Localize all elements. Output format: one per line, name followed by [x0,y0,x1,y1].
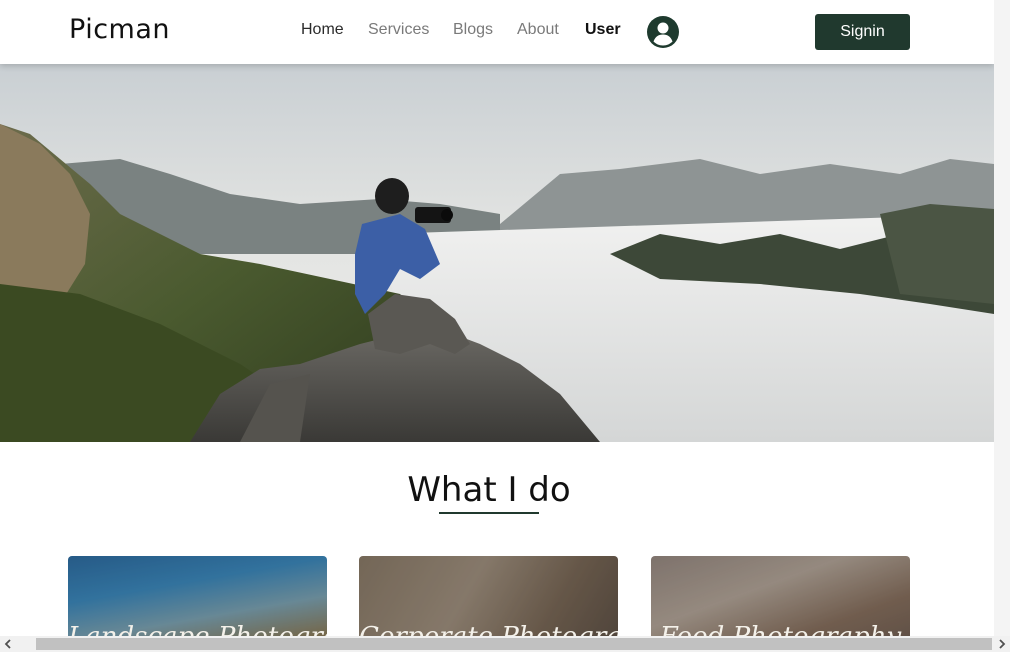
scrollbar-thumb[interactable] [36,638,992,650]
card-title: Corporate Photography [359,622,618,636]
nav-link-user[interactable]: User [585,21,621,39]
card-title: Landscape Photography [68,622,327,636]
card-corporate-photography[interactable]: Corporate Photography [359,556,618,636]
scroll-right-arrow-icon[interactable] [994,636,1010,652]
card-food-photography[interactable]: Food Photography [651,556,910,636]
page: Picman Home Services Blogs About User Si… [0,0,994,636]
nav-link-home[interactable]: Home [301,21,344,39]
vertical-scroll-gutter [994,0,1010,636]
scroll-left-arrow-icon[interactable] [0,636,16,652]
hero-image [0,64,994,442]
section-title: What I do [407,470,571,510]
title-underline [439,512,539,514]
nav-link-blogs[interactable]: Blogs [453,21,493,39]
navbar: Picman Home Services Blogs About User Si… [0,0,994,64]
card-title: Food Photography [651,622,910,636]
nav-link-services[interactable]: Services [368,21,429,39]
brand-logo[interactable]: Picman [69,14,170,45]
signin-button[interactable]: Signin [815,14,910,50]
card-landscape-photography[interactable]: Landscape Photography [68,556,327,636]
horizontal-scrollbar[interactable] [0,636,1010,652]
user-avatar-icon[interactable] [647,16,679,48]
nav-link-about[interactable]: About [517,21,559,39]
